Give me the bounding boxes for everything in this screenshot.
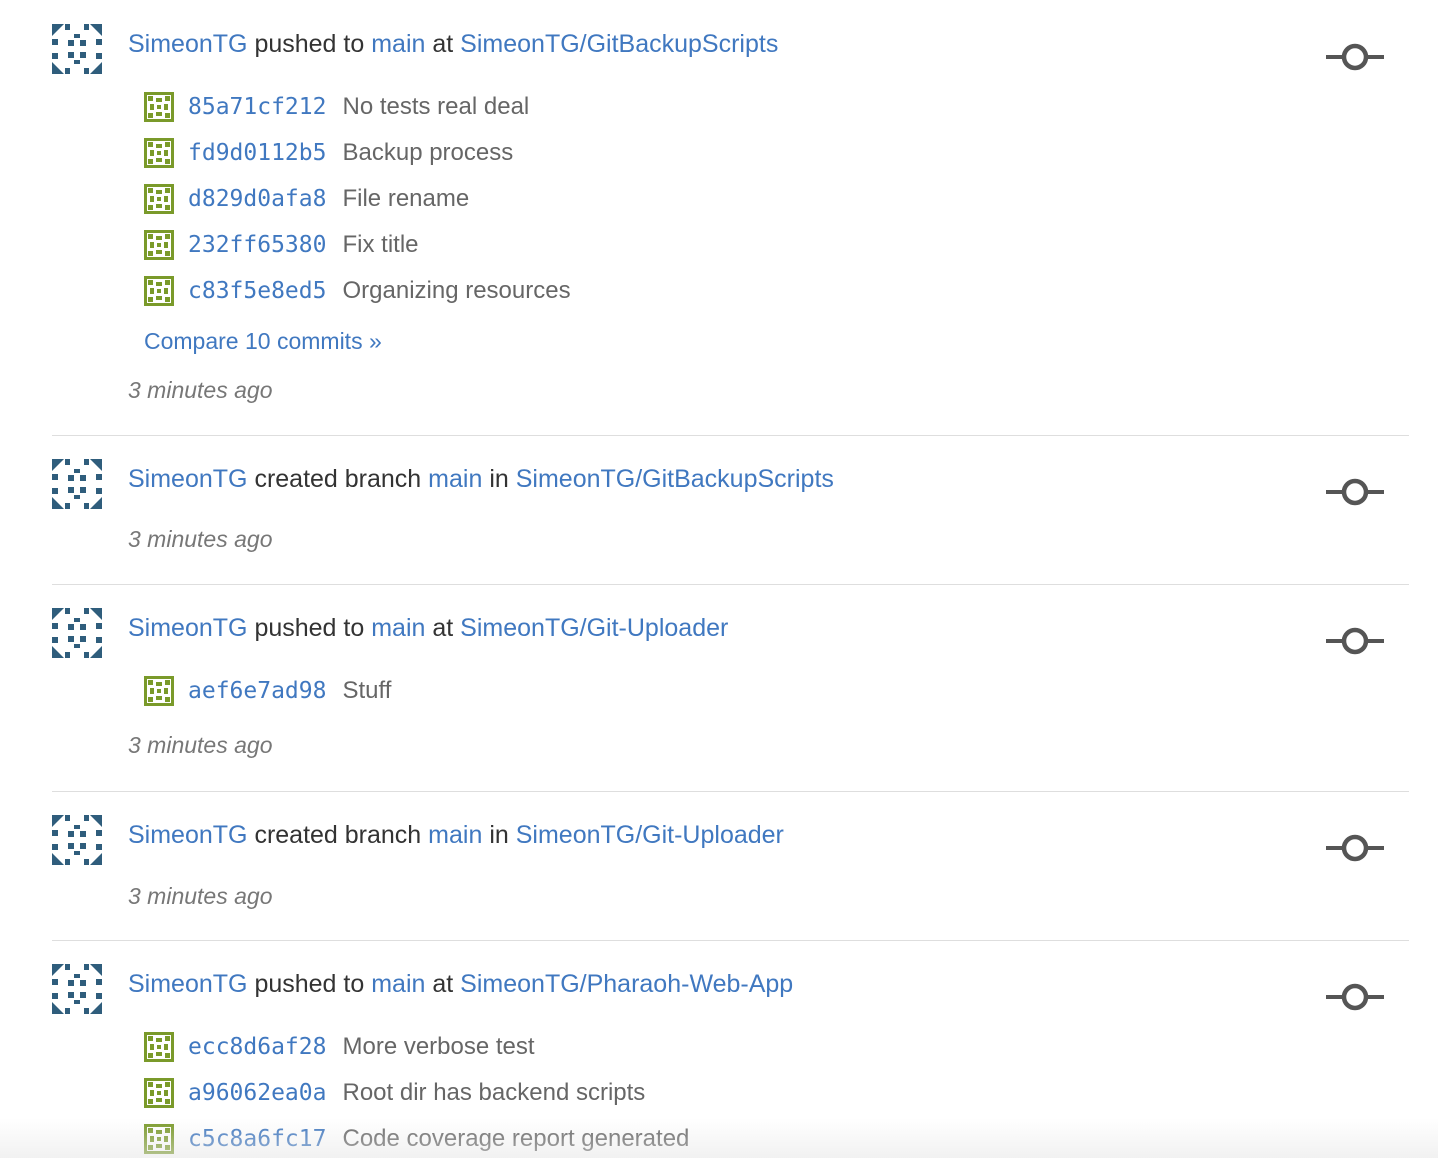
action-verb: pushed to [254, 614, 365, 642]
action-preposition: at [432, 30, 454, 58]
branch-link[interactable]: main [428, 465, 482, 493]
branch-link[interactable]: main [428, 821, 482, 849]
commit-author-avatar[interactable] [144, 230, 174, 260]
commit-author-avatar[interactable] [144, 676, 174, 706]
compare-commits-link[interactable]: Compare 10 commits » [144, 328, 571, 355]
commit-message: Root dir has backend scripts [342, 1079, 646, 1106]
feed-item-title: SimeonTG pushed to main at SimeonTG/Git-… [128, 610, 728, 646]
commit-message: Organizing resources [342, 277, 571, 304]
feed-item: SimeonTG created branch main in SimeonTG… [52, 791, 1409, 941]
commit-author-avatar[interactable] [144, 1032, 174, 1062]
feed-item-title: SimeonTG created branch main in SimeonTG… [128, 817, 784, 853]
commit-author-avatar[interactable] [144, 1124, 174, 1154]
git-commit-icon [1326, 834, 1384, 862]
commit-row: c5c8a6fc17 Code coverage report generate… [144, 1116, 689, 1158]
action-verb: pushed to [254, 30, 365, 58]
git-commit-icon [1326, 627, 1384, 655]
repo-link[interactable]: SimeonTG/GitBackupScripts [460, 30, 778, 58]
feed-item-title: SimeonTG pushed to main at SimeonTG/GitB… [128, 26, 778, 62]
actor-link[interactable]: SimeonTG [128, 821, 247, 849]
actor-link[interactable]: SimeonTG [128, 970, 247, 998]
timestamp: 3 minutes ago [128, 377, 273, 403]
branch-link[interactable]: main [371, 30, 425, 58]
commit-sha-link[interactable]: c5c8a6fc17 [188, 1126, 326, 1152]
actor-link[interactable]: SimeonTG [128, 614, 247, 642]
commit-row: 232ff65380 Fix title [144, 222, 571, 268]
feed-item-title: SimeonTG pushed to main at SimeonTG/Phar… [128, 966, 793, 1002]
commit-author-avatar[interactable] [144, 138, 174, 168]
commit-message: Backup process [342, 139, 514, 166]
commit-sha-link[interactable]: 232ff65380 [188, 232, 326, 258]
commit-author-avatar[interactable] [144, 276, 174, 306]
feed-item-title: SimeonTG created branch main in SimeonTG… [128, 461, 834, 497]
commit-row: 85a71cf212 No tests real deal [144, 84, 571, 130]
action-verb: created branch [254, 821, 422, 849]
commit-row: ecc8d6af28 More verbose test [144, 1024, 689, 1070]
user-avatar[interactable] [52, 459, 102, 509]
timestamp: 3 minutes ago [128, 883, 273, 909]
commit-list: ecc8d6af28 More verbose test a96062ea0a … [144, 1024, 689, 1158]
commit-message: Fix title [342, 231, 419, 258]
commit-list: aef6e7ad98 Stuff [144, 668, 391, 714]
commit-sha-link[interactable]: c83f5e8ed5 [188, 278, 326, 304]
feed-item: SimeonTG pushed to main at SimeonTG/Git-… [52, 584, 1409, 792]
feed-item: SimeonTG pushed to main at SimeonTG/GitB… [52, 0, 1409, 436]
commit-sha-link[interactable]: aef6e7ad98 [188, 678, 326, 704]
commit-row: c83f5e8ed5 Organizing resources [144, 268, 571, 314]
branch-link[interactable]: main [371, 970, 425, 998]
commit-row: fd9d0112b5 Backup process [144, 130, 571, 176]
branch-link[interactable]: main [371, 614, 425, 642]
user-avatar[interactable] [52, 24, 102, 74]
feed-item: SimeonTG created branch main in SimeonTG… [52, 435, 1409, 585]
commit-sha-link[interactable]: ecc8d6af28 [188, 1034, 326, 1060]
repo-link[interactable]: SimeonTG/Pharaoh-Web-App [460, 970, 793, 998]
user-avatar[interactable] [52, 815, 102, 865]
git-commit-icon [1326, 983, 1384, 1011]
commit-row: aef6e7ad98 Stuff [144, 668, 391, 714]
action-preposition: in [489, 465, 509, 493]
timestamp: 3 minutes ago [128, 526, 273, 552]
actor-link[interactable]: SimeonTG [128, 465, 247, 493]
user-avatar[interactable] [52, 608, 102, 658]
actor-link[interactable]: SimeonTG [128, 30, 247, 58]
commit-message: Code coverage report generated [342, 1125, 690, 1152]
feed-item: SimeonTG pushed to main at SimeonTG/Phar… [52, 940, 1409, 1158]
commit-message: No tests real deal [342, 93, 530, 120]
action-preposition: at [432, 970, 454, 998]
repo-link[interactable]: SimeonTG/Git-Uploader [460, 614, 728, 642]
action-preposition: in [489, 821, 509, 849]
commit-sha-link[interactable]: fd9d0112b5 [188, 140, 326, 166]
commit-sha-link[interactable]: 85a71cf212 [188, 94, 326, 120]
commit-row: a96062ea0a Root dir has backend scripts [144, 1070, 689, 1116]
commit-message: More verbose test [342, 1033, 535, 1060]
action-preposition: at [432, 614, 454, 642]
commit-message: Stuff [342, 677, 392, 704]
user-avatar[interactable] [52, 964, 102, 1014]
activity-feed: SimeonTG pushed to main at SimeonTG/GitB… [0, 0, 1438, 1158]
timestamp: 3 minutes ago [128, 732, 273, 758]
action-verb: created branch [254, 465, 422, 493]
commit-row: d829d0afa8 File rename [144, 176, 571, 222]
git-commit-icon [1326, 43, 1384, 71]
commit-sha-link[interactable]: d829d0afa8 [188, 186, 326, 212]
commit-sha-link[interactable]: a96062ea0a [188, 1080, 326, 1106]
commit-message: File rename [342, 185, 470, 212]
commit-author-avatar[interactable] [144, 1078, 174, 1108]
repo-link[interactable]: SimeonTG/GitBackupScripts [516, 465, 834, 493]
repo-link[interactable]: SimeonTG/Git-Uploader [516, 821, 784, 849]
git-commit-icon [1326, 478, 1384, 506]
commit-author-avatar[interactable] [144, 92, 174, 122]
commit-author-avatar[interactable] [144, 184, 174, 214]
action-verb: pushed to [254, 970, 365, 998]
commit-list: 85a71cf212 No tests real deal fd9d0112b5… [144, 84, 571, 355]
